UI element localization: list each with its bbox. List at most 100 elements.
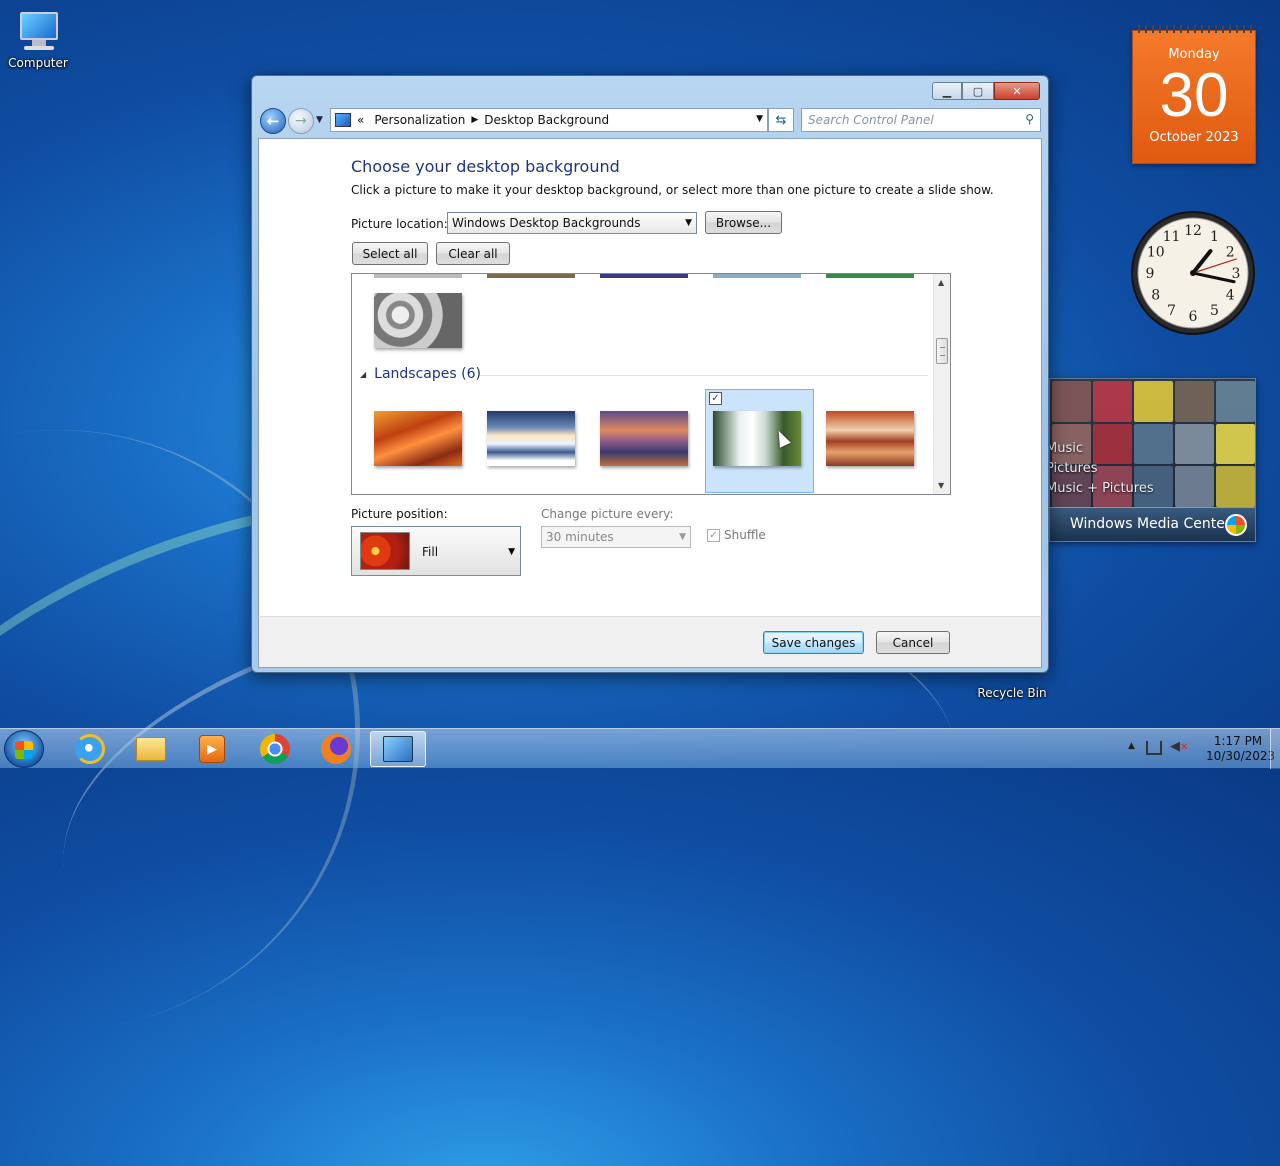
windows-logo-icon xyxy=(1225,514,1247,536)
calendar-day-number: 30 xyxy=(1159,61,1229,130)
clock-numeral: 4 xyxy=(1226,288,1235,304)
wallpaper-thumbnail-partial[interactable] xyxy=(826,274,914,278)
taskbar-chrome[interactable] xyxy=(247,731,303,767)
content-pane: Choose your desktop background Click a p… xyxy=(258,138,1042,616)
wallpaper-thumbnail[interactable] xyxy=(374,411,462,466)
clock-numeral: 9 xyxy=(1146,266,1155,282)
volume-muted-icon[interactable]: ◀✕ xyxy=(1170,739,1188,754)
navigation-bar: ← → ▼ « Personalization ▶ Desktop Backgr… xyxy=(258,106,1042,136)
select-all-button[interactable]: Select all xyxy=(352,242,428,265)
close-button[interactable]: ✕ xyxy=(994,82,1040,100)
breadcrumb-overflow[interactable]: « xyxy=(357,113,364,127)
maximize-icon: ▢ xyxy=(972,84,984,98)
recent-pages-button[interactable]: ▼ xyxy=(316,115,323,125)
chevron-down-icon: ▼ xyxy=(316,115,323,125)
minimize-button[interactable]: ▁ xyxy=(932,82,962,100)
group-divider xyxy=(480,375,928,376)
network-icon[interactable] xyxy=(1146,741,1162,755)
forward-button[interactable]: → xyxy=(288,108,314,134)
gallery-scrollbar[interactable]: ▲ ▼ xyxy=(933,274,950,494)
media-center-gadget[interactable]: Music Pictures Music + Pictures Windows … xyxy=(1049,378,1256,542)
chrome-icon xyxy=(260,734,290,764)
taskbar-control-panel[interactable] xyxy=(370,731,426,767)
back-arrow-icon: ← xyxy=(266,112,280,130)
scrollbar-thumb[interactable] xyxy=(936,338,948,364)
show-desktop-button[interactable] xyxy=(1270,729,1280,769)
wallpaper-thumbnail[interactable] xyxy=(374,293,462,348)
breadcrumb-personalization[interactable]: Personalization xyxy=(374,113,465,127)
media-center-title: Windows Media Center xyxy=(1070,516,1231,532)
picture-gallery[interactable]: ◢ Landscapes (6) ✓ ▲ ▼ xyxy=(351,273,951,495)
wallpaper-thumbnail[interactable] xyxy=(487,411,575,466)
wallpaper-thumbnail-partial[interactable] xyxy=(600,274,688,278)
search-icon[interactable]: ⚲ xyxy=(1025,112,1034,126)
calendar-month-year: October 2023 xyxy=(1149,130,1239,145)
media-center-brand[interactable]: Windows Media Center xyxy=(1050,507,1255,541)
clock-numeral: 7 xyxy=(1167,303,1176,319)
picture-position-dropdown[interactable]: Fill ▼ xyxy=(351,526,521,576)
taskbar-media-player[interactable]: ▶ xyxy=(184,731,240,767)
address-bar[interactable]: « Personalization ▶ Desktop Background ▼ xyxy=(330,108,768,132)
clear-all-button[interactable]: Clear all xyxy=(436,242,510,265)
show-hidden-icons-icon[interactable]: ▲ xyxy=(1128,741,1135,751)
media-menu-item[interactable]: Pictures xyxy=(1050,459,1154,479)
calendar-rings xyxy=(1133,25,1255,33)
shuffle-label: Shuffle xyxy=(724,528,766,542)
wallpaper-thumbnail-partial[interactable] xyxy=(374,274,462,278)
breadcrumb-separator-icon[interactable]: ▶ xyxy=(471,115,478,125)
forward-arrow-icon: → xyxy=(295,113,307,129)
change-picture-dropdown[interactable]: 30 minutes ▼ xyxy=(541,526,691,548)
save-changes-button[interactable]: Save changes xyxy=(763,631,864,654)
scroll-up-icon[interactable]: ▲ xyxy=(938,278,944,287)
media-menu-item[interactable]: Music + Pictures xyxy=(1050,479,1154,499)
desktop-icon-computer[interactable]: Computer xyxy=(0,10,78,70)
collapse-triangle-icon[interactable]: ◢ xyxy=(360,370,366,379)
taskbar-file-explorer[interactable] xyxy=(123,731,179,767)
position-preview-image xyxy=(360,532,410,570)
wallpaper-thumbnail[interactable] xyxy=(600,411,688,466)
refresh-button[interactable]: ⇆ xyxy=(768,108,794,132)
picture-location-value: Windows Desktop Backgrounds xyxy=(452,216,641,230)
minimize-icon: ▁ xyxy=(942,84,952,98)
thumbnail-checkbox[interactable]: ✓ xyxy=(709,392,722,405)
close-icon: ✕ xyxy=(1012,84,1022,98)
calendar-gadget[interactable]: Monday 30 October 2023 xyxy=(1132,25,1256,164)
wallpaper-thumbnail-partial[interactable] xyxy=(487,274,575,278)
clock-gadget[interactable]: 12 12 3 45678 9 1011 xyxy=(1130,210,1256,336)
back-button[interactable]: ← xyxy=(260,108,286,134)
change-picture-value: 30 minutes xyxy=(546,530,614,544)
clock-numeral: 10 xyxy=(1147,245,1165,261)
breadcrumb-desktop-background[interactable]: Desktop Background xyxy=(484,113,609,127)
browse-button[interactable]: Browse... xyxy=(705,211,782,234)
wallpaper-thumbnail-partial[interactable] xyxy=(713,274,801,278)
taskbar-internet-explorer[interactable] xyxy=(62,731,118,767)
taskbar-time: 1:17 PM xyxy=(1213,734,1263,748)
clock-numeral: 5 xyxy=(1210,303,1219,319)
address-dropdown-icon[interactable]: ▼ xyxy=(756,114,763,124)
picture-position-label: Picture position: xyxy=(351,507,448,521)
clock-numeral: 1 xyxy=(1210,229,1219,245)
search-placeholder: Search Control Panel xyxy=(808,113,934,127)
clock-numeral: 12 xyxy=(1184,223,1202,239)
start-button[interactable] xyxy=(4,730,44,768)
media-menu-item[interactable]: Music xyxy=(1050,439,1154,459)
chevron-down-icon: ▼ xyxy=(679,532,686,542)
shuffle-checkbox[interactable]: ✓ Shuffle xyxy=(707,528,766,542)
control-panel-icon xyxy=(383,736,413,762)
scroll-down-icon[interactable]: ▼ xyxy=(938,481,944,490)
taskbar-firefox[interactable] xyxy=(308,731,364,767)
picture-location-dropdown[interactable]: Windows Desktop Backgrounds ▼ xyxy=(447,212,697,234)
wallpaper-thumbnail[interactable] xyxy=(826,411,914,466)
taskbar: ▶ ▲ ◀✕ 1:17 PM 10/30/2023 xyxy=(0,728,1280,769)
picture-location-label: Picture location: xyxy=(351,217,448,231)
group-header-landscapes[interactable]: ◢ Landscapes (6) xyxy=(360,366,481,382)
checkbox-icon: ✓ xyxy=(707,528,720,542)
cancel-button[interactable]: Cancel xyxy=(876,631,950,654)
clock-numeral: 8 xyxy=(1151,288,1160,304)
maximize-button[interactable]: ▢ xyxy=(962,82,994,100)
taskbar-clock[interactable]: 1:17 PM 10/30/2023 xyxy=(1206,734,1275,764)
desktop-icon-label: Computer xyxy=(8,56,68,70)
search-input[interactable]: Search Control Panel ⚲ xyxy=(801,108,1041,132)
control-panel-icon xyxy=(335,113,351,127)
media-menu: Music Pictures Music + Pictures xyxy=(1050,439,1154,499)
